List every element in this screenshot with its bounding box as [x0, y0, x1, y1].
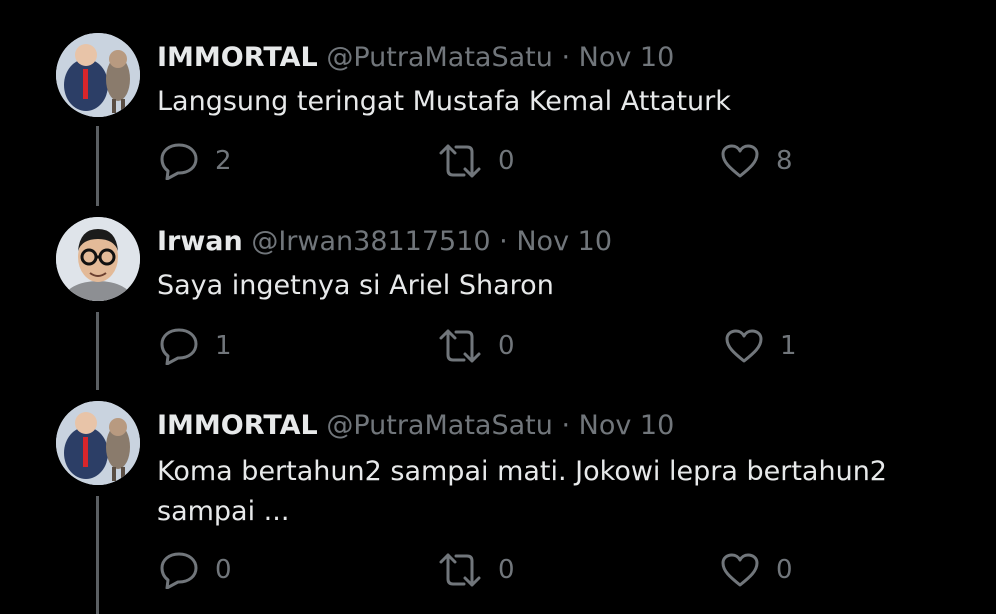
reply-count: 1 — [215, 331, 232, 361]
retweet-icon — [439, 553, 481, 587]
avatar[interactable] — [56, 401, 140, 485]
tweet-date[interactable]: Nov 10 — [516, 226, 612, 257]
reply-count: 0 — [215, 555, 232, 585]
like-button[interactable]: 1 — [724, 326, 797, 366]
tweet[interactable]: IMMORTAL @PutraMataSatu · Nov 10 Langsun… — [0, 0, 996, 200]
tweet-date[interactable]: Nov 10 — [579, 410, 675, 441]
like-button[interactable]: 0 — [720, 550, 793, 590]
tweet-date[interactable]: Nov 10 — [579, 42, 675, 73]
separator-dot: · — [561, 42, 571, 73]
heart-icon — [721, 553, 759, 587]
display-name[interactable]: IMMORTAL — [157, 410, 318, 441]
retweet-icon — [439, 144, 481, 178]
retweet-icon — [439, 329, 481, 363]
tweet-text: Langsung teringat Mustafa Kemal Attaturk — [157, 86, 731, 117]
tweet-text: Saya ingetnya si Ariel Sharon — [157, 270, 554, 301]
tweet[interactable]: Irwan @Irwan38117510 · Nov 10 Saya inget… — [0, 200, 996, 390]
reply-icon — [160, 552, 198, 589]
like-button[interactable]: 8 — [720, 141, 793, 181]
heart-icon — [725, 329, 763, 363]
reply-icon — [160, 143, 198, 180]
retweet-count: 0 — [498, 331, 515, 361]
reply-button[interactable]: 0 — [159, 550, 232, 590]
display-name[interactable]: IMMORTAL — [157, 42, 318, 73]
retweet-count: 0 — [498, 555, 515, 585]
tweet-text: Koma bertahun2 sampai mati. Jokowi lepra… — [157, 456, 887, 527]
tweet-header: Irwan @Irwan38117510 · Nov 10 — [157, 225, 612, 259]
reply-button[interactable]: 2 — [159, 141, 232, 181]
user-handle[interactable]: @PutraMataSatu — [326, 410, 553, 441]
tweet-header: IMMORTAL @PutraMataSatu · Nov 10 — [157, 409, 674, 443]
retweet-button[interactable]: 0 — [438, 141, 515, 181]
like-count: 0 — [776, 555, 793, 585]
reply-count: 2 — [215, 146, 232, 176]
retweet-button[interactable]: 0 — [438, 326, 515, 366]
reply-button[interactable]: 1 — [159, 326, 232, 366]
avatar[interactable] — [56, 33, 140, 117]
separator-dot: · — [561, 410, 571, 441]
avatar[interactable] — [56, 217, 140, 301]
retweet-button[interactable]: 0 — [438, 550, 515, 590]
like-count: 1 — [780, 331, 797, 361]
tweet-header: IMMORTAL @PutraMataSatu · Nov 10 — [157, 41, 674, 75]
user-handle[interactable]: @Irwan38117510 — [251, 226, 490, 257]
heart-icon — [721, 144, 759, 178]
reply-icon — [160, 328, 198, 365]
retweet-count: 0 — [498, 146, 515, 176]
display-name[interactable]: Irwan — [157, 226, 243, 257]
tweet[interactable]: IMMORTAL @PutraMataSatu · Nov 10 Koma be… — [0, 390, 996, 614]
reply-thread: IMMORTAL @PutraMataSatu · Nov 10 Langsun… — [0, 0, 996, 614]
separator-dot: · — [499, 226, 508, 257]
user-handle[interactable]: @PutraMataSatu — [326, 42, 553, 73]
like-count: 8 — [776, 146, 793, 176]
